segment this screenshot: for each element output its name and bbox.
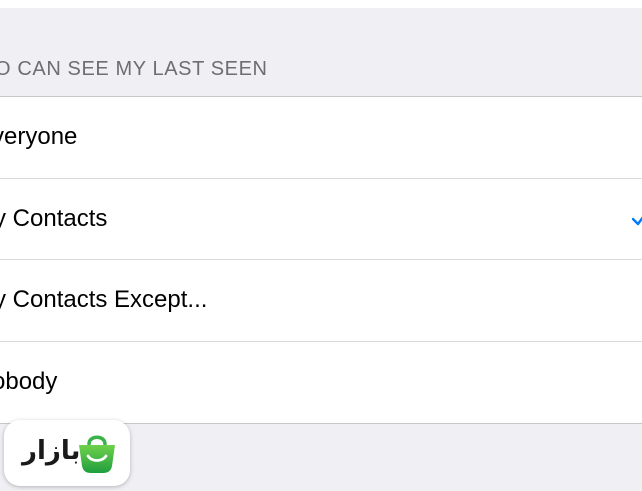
bazaar-badge[interactable]: بازار [4, 420, 130, 486]
option-my-contacts-except[interactable]: y Contacts Except... [0, 260, 642, 342]
option-label: y Contacts [0, 204, 108, 232]
option-label: obody [0, 368, 58, 396]
option-label: veryone [0, 123, 78, 151]
last-seen-options-list: veryone y Contacts y Contacts Except... … [0, 96, 642, 424]
option-my-contacts[interactable]: y Contacts [0, 179, 642, 260]
option-everyone[interactable]: veryone [0, 97, 642, 179]
checkmark-icon [632, 216, 642, 225]
top-strip [0, 0, 642, 8]
option-nobody[interactable]: obody [0, 342, 642, 424]
option-label: y Contacts Except... [0, 286, 208, 314]
shopping-bag-icon [79, 435, 115, 473]
section-header: HO CAN SEE MY LAST SEEN [0, 58, 268, 80]
bazaar-logo-text: بازار [22, 436, 81, 466]
